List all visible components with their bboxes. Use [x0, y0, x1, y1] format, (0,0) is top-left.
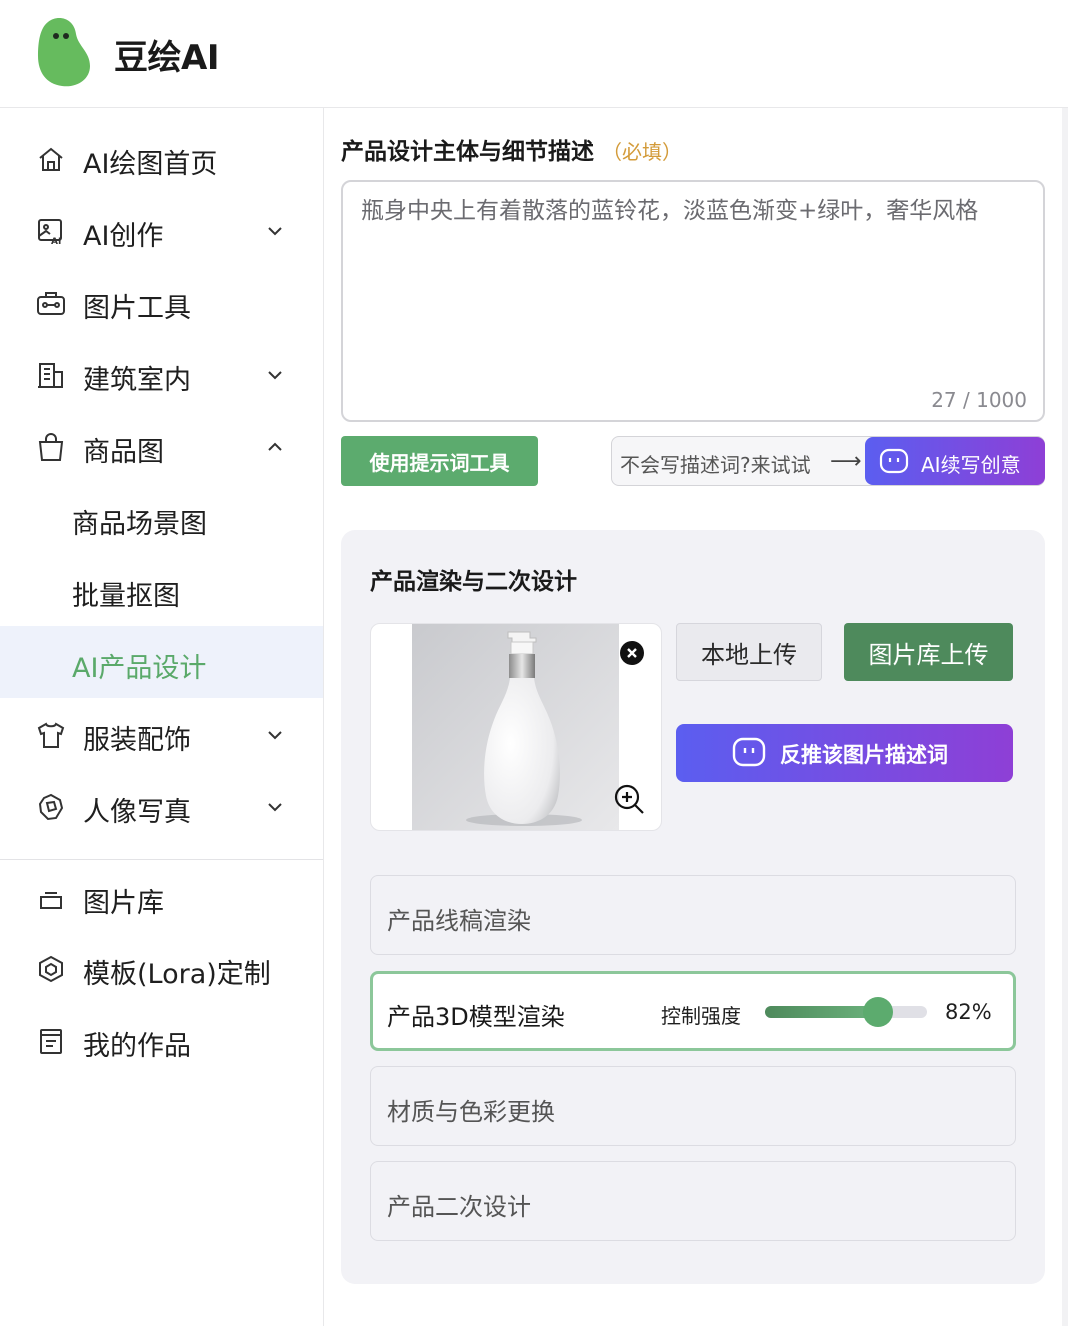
zoom-in-icon[interactable] [612, 782, 646, 816]
robot-icon [732, 737, 766, 767]
sidebar-item-label: 商品图 [83, 437, 164, 468]
sidebar-item-image-tools[interactable]: 图片工具 [0, 266, 323, 338]
sidebar-item-home[interactable]: AI绘图首页 [0, 122, 323, 194]
ai-image-icon: AI [38, 219, 62, 246]
sidebar-divider [0, 859, 323, 860]
sidebar-item-product-images[interactable]: 商品图 [0, 410, 323, 482]
sidebar-item-label: 模板(Lora)定制 [83, 959, 271, 990]
option-3d-render[interactable]: 产品3D模型渲染 控制强度 82% [370, 971, 1016, 1051]
library-upload-button[interactable]: 图片库上传 [844, 623, 1013, 681]
sidebar-item-my-works[interactable]: 我的作品 [0, 1004, 323, 1076]
prompt-tool-button[interactable]: 使用提示词工具 [341, 436, 538, 486]
sidebar-subitem-ai-product-design[interactable]: AI产品设计 [0, 626, 323, 698]
sidebar-subitem-label: AI产品设计 [72, 653, 207, 684]
sidebar-item-image-library[interactable]: 图片库 [0, 861, 323, 933]
building-icon [38, 363, 63, 388]
sidebar-item-architecture[interactable]: 建筑室内 [0, 338, 323, 410]
portrait-icon [38, 793, 64, 821]
sidebar-item-label: AI绘图首页 [83, 149, 218, 180]
local-upload-button[interactable]: 本地上传 [676, 623, 822, 681]
hint-text: 不会写描述词?来试试 [620, 453, 811, 477]
reverse-prompt-label: 反推该图片描述词 [780, 743, 948, 767]
shopping-bag-icon [38, 433, 64, 461]
chevron-down-icon[interactable] [264, 796, 286, 818]
chevron-down-icon[interactable] [264, 724, 286, 746]
sidebar-item-portrait[interactable]: 人像写真 [0, 770, 323, 842]
sidebar: AI绘图首页 AI AI创作 图片工具 建筑室内 商品图 商品场景图 批量抠图 … [0, 108, 324, 1326]
control-strength-slider[interactable] [765, 997, 927, 1027]
sidebar-subitem-cutout[interactable]: 批量抠图 [0, 554, 323, 626]
option-label: 产品二次设计 [387, 1193, 531, 1221]
app-header: 豆绘AI [0, 0, 1068, 108]
sidebar-item-lora-custom[interactable]: 模板(Lora)定制 [0, 932, 323, 1004]
prompt-title-text: 产品设计主体与细节描述 [341, 139, 594, 165]
control-strength-value: 82% [945, 1000, 992, 1024]
product-bottle-image [412, 624, 619, 830]
svg-text:AI: AI [51, 237, 61, 246]
home-icon [39, 147, 63, 171]
ai-continue-label: AI续写创意 [921, 453, 1021, 477]
option-label: 产品线稿渲染 [387, 907, 531, 935]
sidebar-item-label: 我的作品 [83, 1031, 191, 1062]
sidebar-subitem-scene[interactable]: 商品场景图 [0, 482, 323, 554]
prompt-text[interactable]: 瓶身中央上有着散落的蓝铃花，淡蓝色渐变+绿叶，奢华风格 [361, 192, 1021, 230]
option-label: 产品3D模型渲染 [387, 1003, 565, 1031]
image-library-icon [40, 892, 62, 909]
sidebar-item-label: 图片库 [83, 888, 164, 919]
close-icon[interactable] [619, 640, 645, 666]
sidebar-item-ai-create[interactable]: AI AI创作 [0, 194, 323, 266]
sidebar-item-label: 服装配饰 [83, 725, 191, 756]
toolbox-icon [37, 292, 65, 315]
option-secondary-design[interactable]: 产品二次设计 [370, 1161, 1016, 1241]
sidebar-item-apparel[interactable]: 服装配饰 [0, 698, 323, 770]
required-label: （必填） [602, 140, 682, 164]
char-counter: 27 / 1000 [931, 388, 1027, 412]
my-works-icon [40, 1029, 62, 1054]
arrow-right-icon: ⟶ [830, 449, 862, 474]
render-panel: 产品渲染与二次设计 本地上传 图片库上传 反推该图片描述词 产品线稿渲染 产品3… [341, 530, 1045, 1284]
main-content: 产品设计主体与细节描述 （必填） 瓶身中央上有着散落的蓝铃花，淡蓝色渐变+绿叶，奢… [324, 108, 1062, 1326]
chevron-up-icon[interactable] [264, 436, 286, 458]
chevron-down-icon[interactable] [264, 364, 286, 386]
sidebar-item-label: 图片工具 [83, 293, 191, 324]
prompt-section-title: 产品设计主体与细节描述 （必填） [341, 132, 682, 166]
reverse-prompt-button[interactable]: 反推该图片描述词 [676, 724, 1013, 782]
chevron-down-icon[interactable] [264, 220, 286, 242]
slider-fill [765, 1006, 879, 1018]
sidebar-item-label: 人像写真 [83, 797, 191, 828]
bean-logo-icon[interactable] [36, 16, 92, 88]
sidebar-item-label: 建筑室内 [83, 365, 191, 396]
app-title: 豆绘AI [114, 38, 219, 78]
option-material-color[interactable]: 材质与色彩更换 [370, 1066, 1016, 1146]
robot-icon [879, 448, 909, 474]
slider-handle[interactable] [863, 997, 894, 1027]
option-label: 材质与色彩更换 [387, 1098, 555, 1126]
render-panel-title: 产品渲染与二次设计 [370, 569, 577, 595]
tshirt-icon [37, 722, 65, 748]
ai-continue-button[interactable]: AI续写创意 [865, 437, 1045, 485]
option-line-render[interactable]: 产品线稿渲染 [370, 875, 1016, 955]
sidebar-subitem-label: 批量抠图 [72, 581, 180, 612]
uploaded-image-card [370, 623, 662, 831]
control-strength-label: 控制强度 [661, 1004, 741, 1028]
sidebar-subitem-label: 商品场景图 [72, 509, 207, 540]
model-custom-icon [39, 955, 63, 983]
scrollbar-track[interactable] [1062, 108, 1068, 1326]
sidebar-item-label: AI创作 [83, 221, 164, 252]
prompt-textarea[interactable]: 瓶身中央上有着散落的蓝铃花，淡蓝色渐变+绿叶，奢华风格 27 / 1000 [341, 180, 1045, 422]
